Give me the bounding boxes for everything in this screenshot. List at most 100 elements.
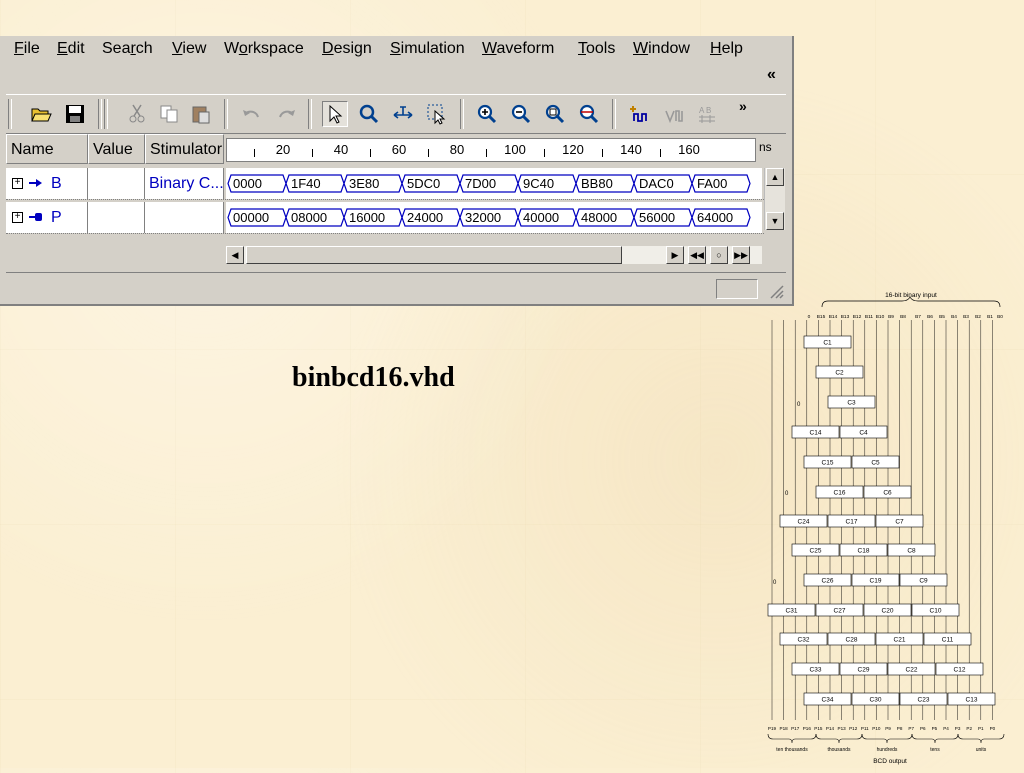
value-column-header[interactable]: Value bbox=[88, 134, 145, 164]
waveform-segment-value: 5DC0 bbox=[407, 176, 441, 191]
open-folder-icon[interactable] bbox=[28, 101, 54, 127]
signal-waveform[interactable]: 00000 08000 16000 24000 32000 40000 48000 56000… bbox=[226, 202, 762, 233]
waveform-segment-value: 7D00 bbox=[465, 176, 497, 191]
save-icon[interactable] bbox=[62, 101, 88, 127]
ruler-tick-label: 100 bbox=[504, 142, 526, 157]
zoom-fit-icon[interactable] bbox=[542, 101, 568, 127]
signal-row-p[interactable]: + P 00000 08000 16000 24000 32000 40000 48000 560… bbox=[6, 202, 764, 234]
output-bit-label: P5 bbox=[932, 726, 938, 731]
select-pointer-icon[interactable] bbox=[322, 101, 348, 127]
converter-cell-label: C19 bbox=[870, 578, 882, 585]
input-bit-label: B13 bbox=[841, 314, 850, 320]
signal-name-cell[interactable]: + P bbox=[6, 202, 88, 233]
output-label: BCD output bbox=[873, 758, 907, 765]
converter-cell-label: C5 bbox=[871, 460, 880, 467]
menu-waveform[interactable]: Waveform bbox=[482, 40, 554, 58]
input-brace bbox=[821, 296, 1001, 308]
converter-cell-label: C10 bbox=[930, 608, 942, 615]
rewind-icon[interactable]: ◀◀ bbox=[688, 246, 706, 264]
zoom-out-icon[interactable] bbox=[508, 101, 534, 127]
ruler-tick-label: 120 bbox=[562, 142, 584, 157]
zoom-full-icon[interactable] bbox=[576, 101, 602, 127]
center-icon[interactable]: ○ bbox=[710, 246, 728, 264]
input-bit-label: B14 bbox=[829, 314, 838, 320]
signal-row-b[interactable]: + B Binary C... 0000 1F40 3E80 5DC0 7D00 9C40 BB8… bbox=[6, 168, 764, 200]
signal-name-cell[interactable]: + B bbox=[6, 168, 88, 199]
toolbar-separator bbox=[460, 99, 464, 129]
waveform-segment-value: 24000 bbox=[407, 210, 444, 225]
signal-stimulator-cell[interactable]: Binary C... bbox=[145, 168, 224, 199]
menu-help[interactable]: Help bbox=[710, 40, 743, 58]
converter-cell-label: C33 bbox=[810, 667, 822, 674]
zoom-in-icon[interactable] bbox=[474, 101, 500, 127]
menu-bar: File Edit Search View Workspace Design Simulat… bbox=[0, 36, 790, 64]
toolbar-more-button[interactable]: » bbox=[739, 98, 747, 114]
name-column-header[interactable]: Name bbox=[6, 134, 88, 164]
scroll-left-icon[interactable]: ◀ bbox=[226, 246, 244, 264]
waveform-segment-value: 32000 bbox=[465, 210, 502, 225]
undo-icon[interactable] bbox=[238, 101, 264, 127]
vertical-scrollbar[interactable]: ▲ ▼ bbox=[764, 168, 785, 230]
waveform-segment-value: 3E80 bbox=[349, 176, 380, 191]
converter-cell-label: C27 bbox=[834, 608, 846, 615]
waveform-segment-value: BB80 bbox=[581, 176, 613, 191]
menu-window[interactable]: Window bbox=[633, 40, 690, 58]
paste-icon[interactable] bbox=[188, 101, 214, 127]
menu-workspace[interactable]: Workspace bbox=[224, 40, 304, 58]
waveform-segment-value: 48000 bbox=[581, 210, 618, 225]
menu-tools[interactable]: Tools bbox=[578, 40, 615, 58]
converter-cell-label: C30 bbox=[870, 697, 882, 704]
converter-cell-label: C20 bbox=[882, 608, 894, 615]
horizontal-scroll-thumb[interactable] bbox=[246, 246, 622, 264]
horizontal-scrollbar[interactable]: ◀ ▶ ◀◀ ○ ▶▶ bbox=[226, 246, 762, 264]
svg-text:A: A bbox=[699, 106, 705, 115]
expand-icon[interactable]: + bbox=[12, 212, 23, 223]
signal-waveform[interactable]: 0000 1F40 3E80 5DC0 7D00 9C40 BB80 DAC0 FA00 bbox=[226, 168, 762, 199]
menu-search[interactable]: Search bbox=[102, 40, 153, 58]
forward-icon[interactable]: ▶▶ bbox=[732, 246, 750, 264]
select-region-icon[interactable] bbox=[424, 101, 450, 127]
copy-icon[interactable] bbox=[156, 101, 182, 127]
output-bit-label: P14 bbox=[826, 726, 835, 731]
ruler-tick-label: 160 bbox=[678, 142, 700, 157]
cut-icon[interactable] bbox=[124, 101, 150, 127]
menu-file[interactable]: File bbox=[14, 40, 40, 58]
scroll-up-icon[interactable]: ▲ bbox=[766, 168, 784, 186]
converter-cell-label: C11 bbox=[942, 637, 954, 644]
time-ruler[interactable]: 20 40 60 80 100 120 140 160 bbox=[226, 138, 756, 162]
menu-simulation[interactable]: Simulation bbox=[390, 40, 465, 58]
zoom-icon[interactable] bbox=[356, 101, 382, 127]
converter-cell-label: C7 bbox=[895, 519, 904, 526]
output-group-brace bbox=[957, 733, 1005, 744]
signal-stimulator-cell[interactable] bbox=[145, 202, 224, 233]
converter-cell-label: C22 bbox=[906, 667, 918, 674]
svg-text:B: B bbox=[706, 106, 711, 115]
redo-icon[interactable] bbox=[274, 101, 300, 127]
toolbar-separator bbox=[8, 99, 12, 129]
scroll-right-icon[interactable]: ▶ bbox=[666, 246, 684, 264]
converter-cell-label: C1 bbox=[823, 340, 832, 347]
converter-cell-label: C12 bbox=[954, 667, 966, 674]
converter-cell-label: C34 bbox=[822, 697, 834, 704]
ruler-tick-mark bbox=[544, 149, 545, 157]
menu-design[interactable]: Design bbox=[322, 40, 372, 58]
menu-edit[interactable]: Edit bbox=[57, 40, 85, 58]
menu-view[interactable]: View bbox=[172, 40, 206, 58]
input-bit-label: B5 bbox=[939, 314, 945, 320]
waveform-segment-value: DAC0 bbox=[639, 176, 674, 191]
stimulator-column-header[interactable]: Stimulator bbox=[145, 134, 224, 164]
output-bit-label: P16 bbox=[803, 726, 812, 731]
ruler-tick-label: 80 bbox=[449, 142, 465, 157]
scroll-down-icon[interactable]: ▼ bbox=[766, 212, 784, 230]
waveform-edit-icon[interactable] bbox=[662, 101, 688, 127]
bus-signal-icon[interactable]: AB bbox=[694, 101, 720, 127]
expand-icon[interactable]: + bbox=[12, 178, 23, 189]
output-bit-label: P17 bbox=[791, 726, 800, 731]
converter-cell-label: C2 bbox=[835, 370, 844, 377]
add-signal-icon[interactable] bbox=[626, 101, 652, 127]
ruler-tick-mark bbox=[428, 149, 429, 157]
output-bit-label: P8 bbox=[897, 726, 903, 731]
output-bit-label: P6 bbox=[920, 726, 926, 731]
collapse-menu-button[interactable]: « bbox=[767, 66, 776, 84]
measure-icon[interactable] bbox=[390, 101, 416, 127]
